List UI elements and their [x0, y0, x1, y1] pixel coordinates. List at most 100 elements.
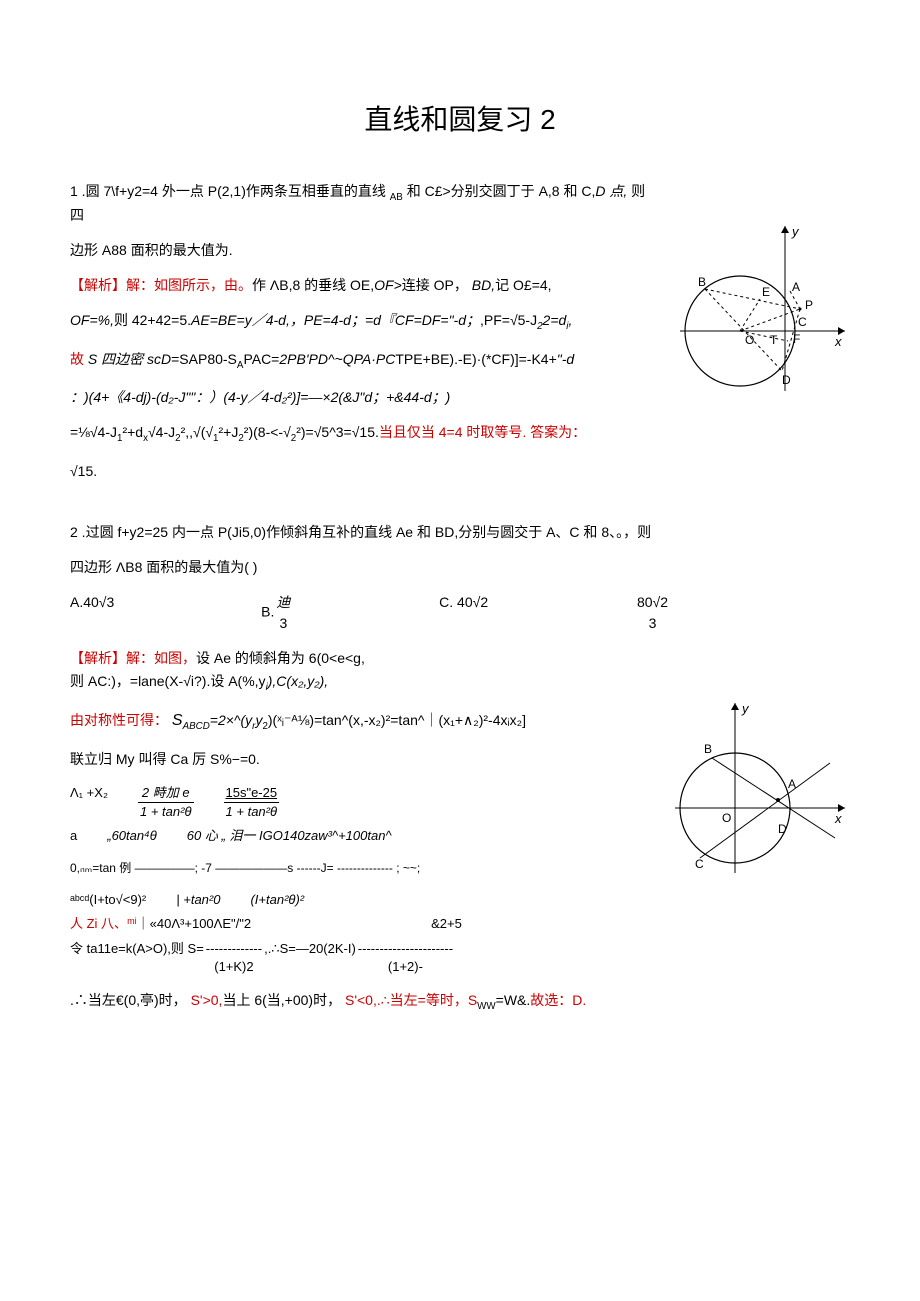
text: ),C(x₂,y₂),	[268, 673, 328, 689]
text: 15s"e-25	[224, 784, 280, 803]
text: ：)(4+《4-dj)-(d₂-J""：）(4-y／4-d₂²)]=—×2(&J…	[70, 387, 650, 408]
text: WW	[477, 1001, 496, 1012]
svg-text:y: y	[741, 701, 750, 716]
text: 【解析】解：如图所示，由。	[70, 277, 252, 293]
text: (1+K)2	[204, 958, 264, 976]
svg-text:D: D	[782, 373, 791, 387]
svg-text:x: x	[834, 334, 842, 349]
problem-1-stem: 1 .圆 7\f+y2=4 外一点 P(2,1)作两条互相垂直的直线 AB 和 …	[70, 181, 650, 226]
text: =SAP80-S	[171, 351, 237, 367]
text: PAC=	[243, 351, 279, 367]
deriv-table: Λ₁ +X₂ 2 畤加 e1 + tan²θ 15s"e-251 + tan²θ	[70, 784, 650, 821]
svg-text:F: F	[793, 332, 800, 346]
text: D 点,	[595, 183, 627, 199]
answer-1: √15.	[70, 461, 650, 482]
text: ²,,√(√	[181, 424, 213, 440]
text: ,	[568, 312, 572, 328]
problem-2-stem: 2 .过圆 f+y2=25 内一点 P(Ji5,0)作倾斜角互补的直线 Ae 和…	[70, 522, 850, 543]
text: 15s"e-251 + tan²θ	[224, 784, 280, 821]
problem-2: 2 .过圆 f+y2=25 内一点 P(Ji5,0)作倾斜角互补的直线 Ae 和…	[70, 522, 850, 1015]
text: ²)(8-<-√	[244, 424, 291, 440]
svg-text:T: T	[770, 333, 778, 347]
text: .圆 7\f+y2=4 外一点 P(2,1)作两条互相垂直的直线	[78, 183, 390, 199]
text: 当上 6(当,+00)时，	[222, 992, 341, 1008]
text: a „60tan⁴θ 60 心 „ 泪一 IGO140zaw³^+100tan^	[70, 827, 650, 845]
text: .∴当左€(0,亭)时，	[70, 992, 187, 1008]
text: ----------------------	[356, 940, 455, 958]
solution-2: x y O B A C D 【解析】解：如图，设 Ae 的倾斜角为 6(0<e<…	[70, 648, 850, 1015]
text: 由对称性可得：	[70, 712, 168, 728]
text: 2PB'PD^~QPA·PC	[279, 351, 395, 367]
problem-1-number: 1	[70, 183, 78, 199]
text: ,PF=√5-J	[480, 312, 537, 328]
text: &2+5	[431, 915, 462, 933]
conclusion: .∴当左€(0,亭)时， S'>0,当上 6(当,+00)时， S'<0,.∴当…	[70, 990, 650, 1014]
svg-text:P: P	[805, 298, 813, 312]
text: 四边形 ΛB8 面积的最大值为( )	[70, 557, 850, 578]
svg-text:D: D	[778, 822, 787, 836]
text: 0,ₙₘ=tan 例 ―――――; -7 ――――――s ------J= --…	[70, 859, 650, 877]
svg-text:C: C	[798, 315, 807, 329]
text: a	[70, 827, 77, 845]
figure-1: x y O T P B E A C D F	[670, 221, 850, 401]
text: =⅛√4-J	[70, 424, 117, 440]
text: OF=%,	[70, 312, 114, 328]
text: 人 Zi 八、	[70, 915, 127, 933]
svg-text:E: E	[762, 285, 770, 299]
text: 60 心 „ 泪一 IGO140zaw³^+100tan^	[187, 827, 392, 845]
text: )(ˣᵢ⁻ᴬ⅛)=tan^(x,-x₂)²=tan^｜(x₁+∧₂)²-4xᵢx…	[268, 712, 526, 728]
option-d: 80√23	[635, 592, 670, 634]
text: ²+d	[122, 424, 143, 440]
text: 1 + tan²θ	[138, 803, 194, 821]
text: 设 Ae 的倾斜角为 6(0<e<g,	[196, 650, 365, 666]
text: 【解析】解：如图，	[70, 650, 196, 666]
text: 作 ΛB,8 的垂线 OE,	[252, 277, 374, 293]
text: TPE+BE).-E)·(*CF)]=-K4+	[395, 351, 556, 367]
text: AB	[390, 192, 403, 203]
text: 联立归 My 叫得 Ca 厉 S%−=0.	[70, 749, 650, 770]
text: ｜«40Λ³+100ΛE"/"2	[137, 915, 251, 933]
text: -------------	[204, 940, 264, 958]
text: 【解析】解：如图，设 Ae 的倾斜角为 6(0<e<g,	[70, 648, 650, 669]
text: =2×^(y	[210, 712, 252, 728]
text: ᵃᵇᶜᵈ(I+to√<9)² | +tan²0 (I+tan²θ)²	[70, 891, 650, 909]
text: 80√2	[635, 592, 670, 613]
text: 迪	[274, 592, 292, 613]
text: OF>	[374, 277, 402, 293]
text: ,.∴S=—20(2K-I)	[264, 940, 356, 976]
text: 连接 OP，	[402, 277, 468, 293]
text: ABCD	[183, 721, 210, 732]
text: OF=%,则 42+42=5.AE=BE=y／4-d,，PE=4-d；=d『CF…	[70, 310, 650, 334]
text: 令 ta11e=k(A>O),则 S= -------------(1+K)2 …	[70, 940, 650, 976]
svg-text:O: O	[722, 811, 731, 825]
svg-text:A: A	[788, 777, 796, 791]
text: .过圆 f+y2=25 内一点 P(Ji5,0)作倾斜角互补的直线 Ae 和 B…	[78, 524, 651, 540]
text: 令 ta11e=k(A>O),则 S=	[70, 940, 204, 976]
option-b: B.迪3	[261, 592, 292, 634]
problem-2-number: 2	[70, 524, 78, 540]
problem-1: x y O T P B E A C D F 1 .圆 7\f+y2=4 外一点 …	[70, 181, 850, 482]
text: 1 + tan²θ	[224, 803, 280, 821]
text: 人 Zi 八、mi｜«40Λ³+100ΛE"/"2 &2+5	[70, 915, 650, 933]
text: S	[172, 712, 183, 729]
figure-2: x y O B A C D	[670, 698, 850, 878]
page-title: 直线和圆复习 2	[70, 99, 850, 141]
text: 2 畤加 e	[138, 784, 194, 803]
text: 则 42+42=5.	[114, 312, 191, 328]
svg-text:A: A	[792, 280, 800, 294]
text: "-d	[557, 351, 574, 367]
text: √4-J	[148, 424, 175, 440]
text: 故 S 四边密 scD=SAP80-SAPAC=2PB'PD^~QPA·PCTP…	[70, 349, 650, 373]
text: 边形 A88 面积的最大值为.	[70, 240, 650, 261]
circle-diagram-icon: x y O B A C D	[670, 698, 850, 878]
text: 故	[70, 351, 88, 367]
text: =⅛√4-J1²+dx√4-J2²,,√(√1²+J2²)(8-<-√2²)=√…	[70, 422, 650, 446]
text: 由对称性可得： SABCD=2×^(yry2)(ˣᵢ⁻ᴬ⅛)=tan^(x,-x…	[70, 709, 650, 734]
text: ²)=√5^3=√15.	[296, 424, 379, 440]
option-a: A.40√3	[70, 592, 114, 634]
solution-line: 【解析】解：如图所示，由。作 ΛB,8 的垂线 OE,OF>连接 OP， BD,…	[70, 275, 650, 296]
text: „60tan⁴θ	[107, 827, 157, 845]
text: 3	[635, 613, 670, 634]
text: 则 AC:)，=lane(X-√i?).设 A(%,yi),C(x₂,y₂),	[70, 671, 650, 695]
text: S'>0,	[187, 992, 223, 1008]
